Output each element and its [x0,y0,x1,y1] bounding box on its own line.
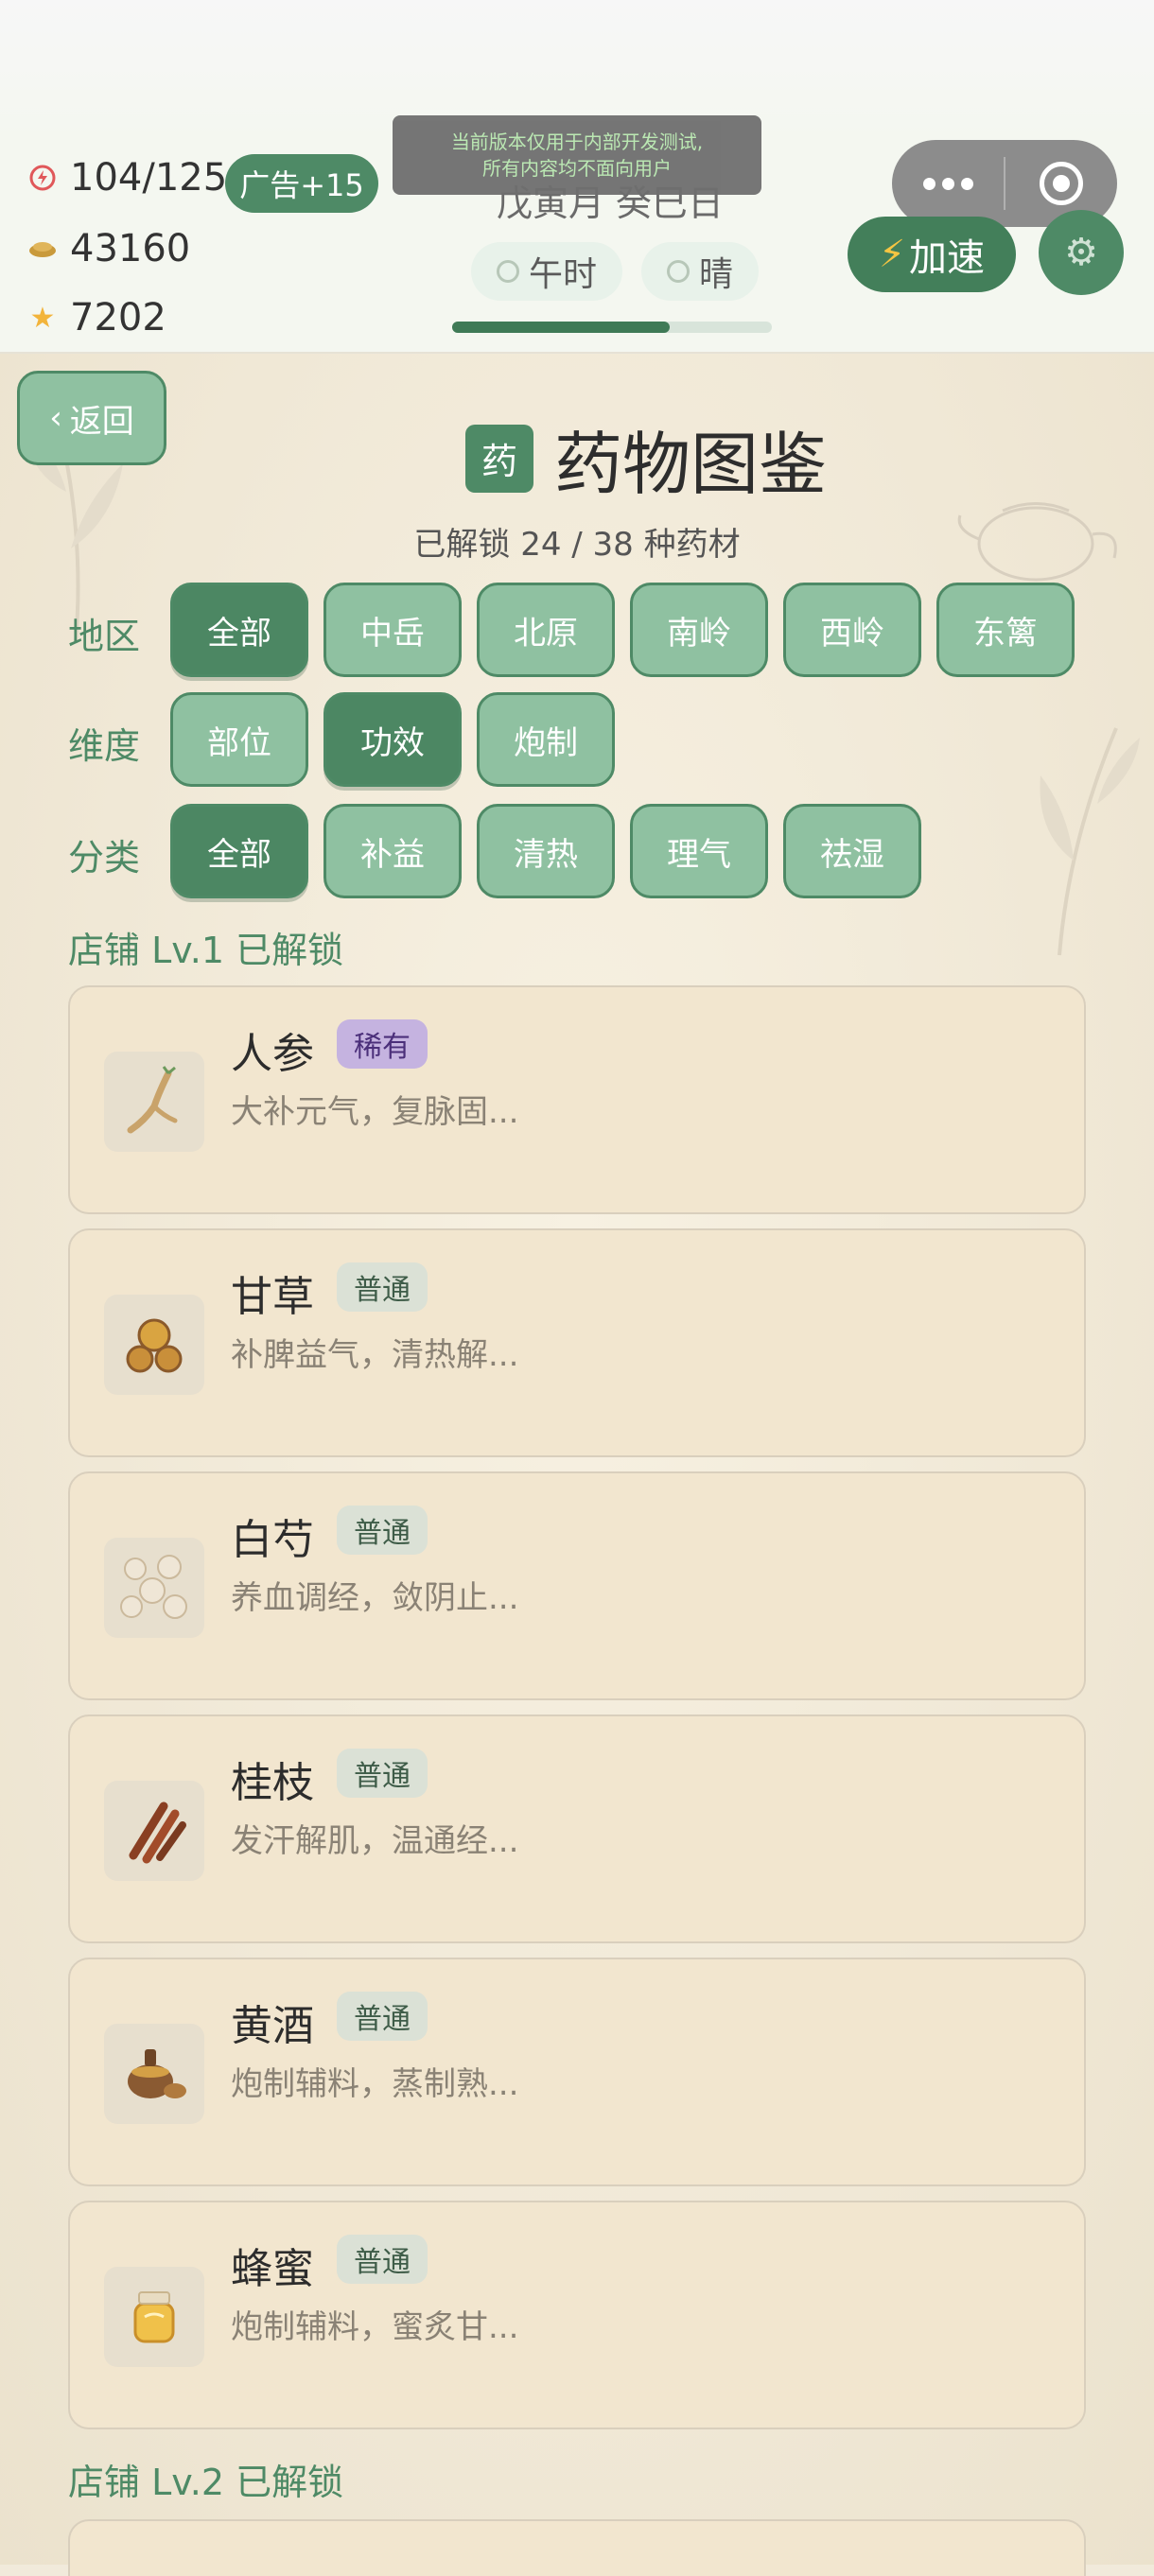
category-filter-tonic[interactable]: 补益 [323,804,462,898]
energy-icon [26,162,59,194]
coins-value: 43160 [70,227,191,270]
herb-description: 发汗解肌，温通经... [231,1822,519,1860]
yellow-wine-icon [104,2024,204,2124]
clock-icon [496,260,519,283]
stars-value: 7202 [70,296,166,339]
section-title-lv2: 店铺 Lv.2 已解锁 [68,2462,344,2503]
time-chip-label: 午时 [528,255,597,294]
stars-display: ★ 7202 [26,296,166,339]
herb-description: 养血调经，敛阴止... [231,1579,519,1617]
white-peony-icon [104,1538,204,1638]
region-filter-all[interactable]: 全部 [170,583,308,677]
speed-up-button[interactable]: ⚡ 加速 [848,217,1016,292]
chevron-left-icon: ‹ [49,399,62,437]
herb-name: 白芍 [231,1516,314,1564]
region-filter-nanling[interactable]: 南岭 [630,583,768,677]
herb-card-white-peony[interactable]: 白芍 普通 养血调经，敛阴止... [68,1471,1086,1700]
section-title-lv1: 店铺 Lv.1 已解锁 [68,930,344,971]
region-filter-beiyuan[interactable]: 北原 [477,583,615,677]
herb-card-ginseng[interactable]: 人参 稀有 大补元气，复脉固... [68,985,1086,1214]
category-filter-heat-clearing[interactable]: 清热 [477,804,615,898]
target-icon [1040,162,1083,205]
rarity-badge: 普通 [337,1506,428,1555]
dev-notice: 当前版本仅用于内部开发测试, 所有内容均不面向用户 [393,115,761,195]
herb-name: 甘草 [231,1273,314,1321]
weather-chip-label: 晴 [698,255,733,294]
cinnamon-twig-icon [104,1781,204,1881]
region-filter-label: 地区 [68,616,141,657]
page-title: 药物图鉴 [554,425,828,504]
herb-description: 炮制辅料，蒸制熟... [231,2065,519,2103]
rarity-badge: 稀有 [337,1019,428,1069]
bamboo-leaf-decoration-right-icon [1040,727,1140,956]
rarity-badge: 普通 [337,1992,428,2041]
herb-name: 桂枝 [231,1759,314,1807]
herb-card-partial[interactable] [68,2519,1086,2576]
region-filter-dongli[interactable]: 东篱 [936,583,1075,677]
herb-description: 大补元气，复脉固... [231,1093,519,1131]
dimension-filter-effect[interactable]: 功效 [323,692,462,787]
category-filter-qi-regulating[interactable]: 理气 [630,804,768,898]
herb-card-honey[interactable]: 蜂蜜 普通 炮制辅料，蜜炙甘... [68,2201,1086,2429]
dimension-filter-label: 维度 [68,725,141,767]
herb-name: 黄酒 [231,2002,314,2050]
day-progress-fill [452,322,670,333]
herb-card-yellow-wine[interactable]: 黄酒 普通 炮制辅料，蒸制熟... [68,1958,1086,2186]
dev-notice-line1: 当前版本仅用于内部开发测试, [450,131,704,153]
energy-display: 104/125 [26,156,227,200]
back-label: 返回 [69,402,134,441]
herb-description: 炮制辅料，蜜炙甘... [231,2308,519,2346]
region-filter-zhongyue[interactable]: 中岳 [323,583,462,677]
licorice-icon [104,1295,204,1395]
coins-display: 43160 [26,227,190,270]
ad-bonus-button[interactable]: 广告+15 [225,154,378,213]
category-filter-all[interactable]: 全部 [170,804,308,898]
rarity-badge: 普通 [337,2235,428,2284]
sun-icon [666,260,690,283]
star-icon: ★ [29,301,56,335]
rarity-badge: 普通 [337,1262,428,1312]
herb-card-cinnamon-twig[interactable]: 桂枝 普通 发汗解肌，温通经... [68,1714,1086,1943]
back-button[interactable]: ‹ 返回 [17,371,166,465]
lightning-icon: ⚡ [878,233,906,276]
energy-value: 104/125 [70,156,228,200]
rarity-badge: 普通 [337,1749,428,1798]
time-chip: 午时 [471,242,622,301]
honey-icon [104,2267,204,2367]
category-filter-dampness[interactable]: 祛湿 [783,804,921,898]
weather-chip: 晴 [641,242,759,301]
herb-name: 人参 [231,1030,314,1078]
settings-button[interactable]: ⚙ [1039,210,1124,295]
dimension-filter-part[interactable]: 部位 [170,692,308,787]
herb-description: 补脾益气，清热解... [231,1336,519,1374]
close-program-button[interactable] [1005,162,1117,205]
dev-notice-line2: 所有内容均不面向用户 [482,157,672,180]
region-filter-xiling[interactable]: 西岭 [783,583,921,677]
unlock-progress-text: 已解锁 24 / 38 种药材 [413,526,741,564]
speed-up-label: 加速 [909,236,986,280]
page-title-group: 药 药物图鉴 [465,409,827,508]
dimension-filter-processing[interactable]: 炮制 [477,692,615,787]
ginseng-icon [104,1052,204,1152]
coin-icon [26,233,59,265]
herb-card-licorice[interactable]: 甘草 普通 补脾益气，清热解... [68,1228,1086,1457]
category-filter-label: 分类 [68,837,141,879]
herb-name: 蜂蜜 [231,2245,314,2293]
gear-icon: ⚙ [1064,231,1098,274]
medicine-badge-icon: 药 [465,424,533,493]
more-menu-button[interactable] [892,177,1004,190]
